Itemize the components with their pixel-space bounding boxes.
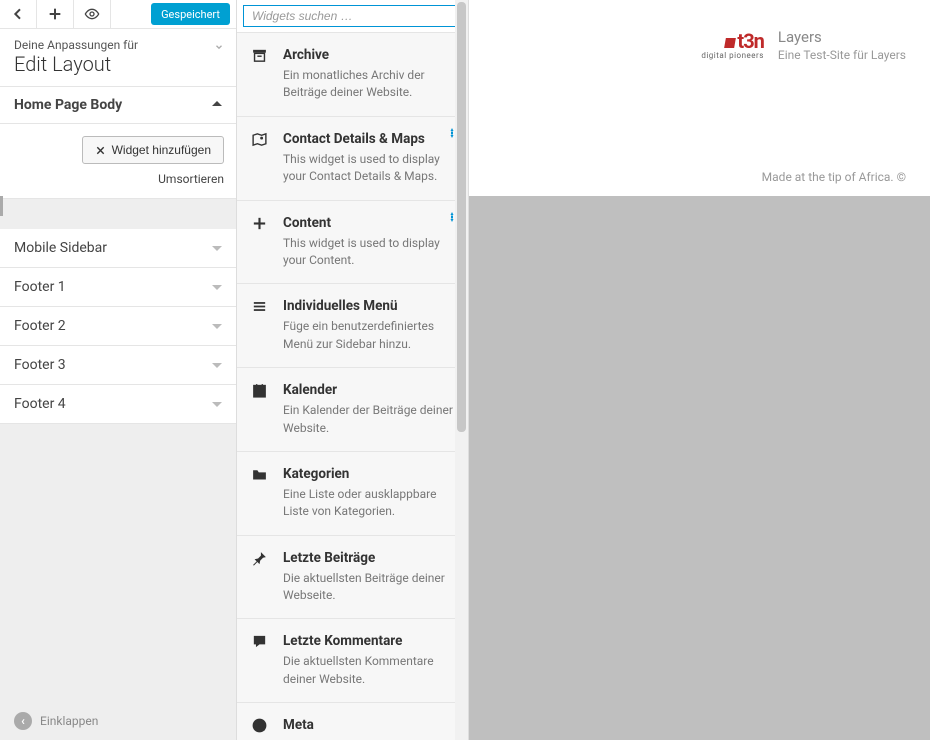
widget-item-title: Content xyxy=(283,215,454,231)
caret-up-icon xyxy=(212,101,222,106)
customizer-sidebar: Gespeichert Deine Anpassungen für Edit L… xyxy=(0,0,237,740)
widget-list[interactable]: Archive Ein monatliches Archiv der Beiträ… xyxy=(237,33,468,740)
widget-item-title: Letzte Beiträge xyxy=(283,550,454,566)
sidebar-section-row[interactable]: Footer 4 xyxy=(0,385,236,424)
wordpress-icon xyxy=(251,717,268,738)
widget-item[interactable]: Individuelles Menü Füge ein benutzerdefin… xyxy=(237,284,468,368)
collapse-label: Einklappen xyxy=(40,714,98,728)
caret-down-icon xyxy=(212,402,222,407)
widget-item[interactable]: Kalender Ein Kalender der Beiträge deiner… xyxy=(237,368,468,452)
widget-item[interactable]: Archive Ein monatliches Archiv der Beiträ… xyxy=(237,33,468,117)
preview-site-title[interactable]: Layers xyxy=(778,28,906,46)
preview-toggle-button[interactable] xyxy=(74,0,111,28)
widget-item-desc: Die aktuellsten Kommentare deiner Websit… xyxy=(283,653,454,688)
brand-name: t3n xyxy=(737,29,763,53)
close-icon xyxy=(95,145,106,156)
add-button[interactable] xyxy=(37,0,74,28)
sidebar-section-row[interactable]: Footer 1 xyxy=(0,268,236,307)
collapse-icon: ‹ xyxy=(14,712,32,730)
scrollbar-track[interactable] xyxy=(455,0,468,740)
chevron-left-icon xyxy=(10,6,26,22)
sidebar-section-label: Footer 1 xyxy=(14,279,66,295)
preview-footer-credit: Made at the tip of Africa. © xyxy=(762,170,906,184)
widget-item[interactable]: MetaLogin-, RSS-, & WordPress.org-Links. xyxy=(237,703,468,740)
add-widget-label: Widget hinzufügen xyxy=(112,143,211,157)
chevron-down-icon xyxy=(214,41,224,56)
widget-item[interactable]: Content This widget is used to display yo… xyxy=(237,201,468,285)
widget-item[interactable]: Letzte Kommentare Die aktuellsten Komment… xyxy=(237,619,468,703)
caret-down-icon xyxy=(212,246,222,251)
scrollbar-thumb[interactable] xyxy=(457,2,466,432)
pushpin-icon xyxy=(251,550,268,571)
sidebar-section-label: Mobile Sidebar xyxy=(14,240,107,256)
map-marker-icon xyxy=(251,131,268,152)
resize-handle-icon[interactable] xyxy=(0,196,3,216)
plus-icon xyxy=(47,6,63,22)
preview-site-desc: Eine Test-Site für Layers xyxy=(778,48,906,62)
folder-icon xyxy=(251,466,268,487)
widget-item[interactable]: Kategorien Eine Liste oder ausklappbare L… xyxy=(237,452,468,536)
widget-item-title: Archive xyxy=(283,47,454,63)
active-section-label: Home Page Body xyxy=(14,97,122,113)
widget-item-title: Kategorien xyxy=(283,466,454,482)
caret-down-icon xyxy=(212,324,222,329)
archive-icon xyxy=(251,47,268,68)
sidebar-spacer xyxy=(0,199,236,229)
widget-item-desc: Füge ein benutzerdefiniertes Menü zur Si… xyxy=(283,318,454,353)
add-widget-area: Widget hinzufügen Umsortieren xyxy=(0,124,236,199)
sidebar-section-label: Footer 2 xyxy=(14,318,66,334)
menu-icon xyxy=(251,298,268,319)
widget-item-desc: Eine Liste oder ausklappbare Liste von K… xyxy=(283,486,454,521)
widget-item-desc: Ein monatliches Archiv der Beiträge dein… xyxy=(283,67,454,102)
brand-row: t3n digital pioneers Layers Eine Test-Si… xyxy=(701,28,906,62)
widget-item-title: Contact Details & Maps xyxy=(283,131,454,147)
eye-icon xyxy=(84,6,100,22)
widget-item[interactable]: Contact Details & Maps This widget is use… xyxy=(237,117,468,201)
widget-item-desc: This widget is used to display your Cont… xyxy=(283,235,454,270)
widget-search-wrap xyxy=(237,0,468,33)
save-status-button[interactable]: Gespeichert xyxy=(151,3,230,25)
caret-down-icon xyxy=(212,363,222,368)
preview-header-area: t3n digital pioneers Layers Eine Test-Si… xyxy=(469,0,930,196)
calendar-icon xyxy=(251,382,268,403)
brand-subtitle: digital pioneers xyxy=(701,51,764,60)
customizer-pretitle: Deine Anpassungen für xyxy=(14,38,222,52)
widget-item-title: Individuelles Menü xyxy=(283,298,454,314)
customizer-page-title: Edit Layout xyxy=(14,52,222,76)
sidebar-section-row[interactable]: Mobile Sidebar xyxy=(0,229,236,268)
add-widget-button[interactable]: Widget hinzufügen xyxy=(82,136,224,164)
plus-icon xyxy=(251,215,268,236)
sidebar-section-row[interactable]: Footer 2 xyxy=(0,307,236,346)
widget-item-desc: Ein Kalender der Beiträge deiner Website… xyxy=(283,402,454,437)
widget-item-title: Letzte Kommentare xyxy=(283,633,454,649)
active-section-row[interactable]: Home Page Body xyxy=(0,87,236,124)
widget-item[interactable]: Letzte Beiträge Die aktuellsten Beiträge … xyxy=(237,536,468,620)
sidebar-section-label: Footer 4 xyxy=(14,396,66,412)
comment-icon xyxy=(251,633,268,654)
site-preview: t3n digital pioneers Layers Eine Test-Si… xyxy=(469,0,930,740)
widget-item-title: Kalender xyxy=(283,382,454,398)
caret-down-icon xyxy=(212,285,222,290)
sidebar-section-label: Footer 3 xyxy=(14,357,66,373)
widget-search-input[interactable] xyxy=(243,5,462,27)
brand-logo[interactable]: t3n digital pioneers xyxy=(701,31,764,60)
sidebar-section-row[interactable]: Footer 3 xyxy=(0,346,236,385)
back-button[interactable] xyxy=(0,0,37,28)
logo-square-icon xyxy=(725,38,737,48)
widget-item-desc: Die aktuellsten Beiträge deiner Webseite… xyxy=(283,570,454,605)
widgets-panel: Archive Ein monatliches Archiv der Beiträ… xyxy=(237,0,469,740)
collapse-sidebar-button[interactable]: ‹ Einklappen xyxy=(0,702,236,740)
sort-link[interactable]: Umsortieren xyxy=(12,172,224,186)
top-bar: Gespeichert xyxy=(0,0,236,29)
widget-item-desc: This widget is used to display your Cont… xyxy=(283,151,454,186)
customizer-title-block[interactable]: Deine Anpassungen für Edit Layout xyxy=(0,29,236,87)
widget-item-title: Meta xyxy=(283,717,454,733)
